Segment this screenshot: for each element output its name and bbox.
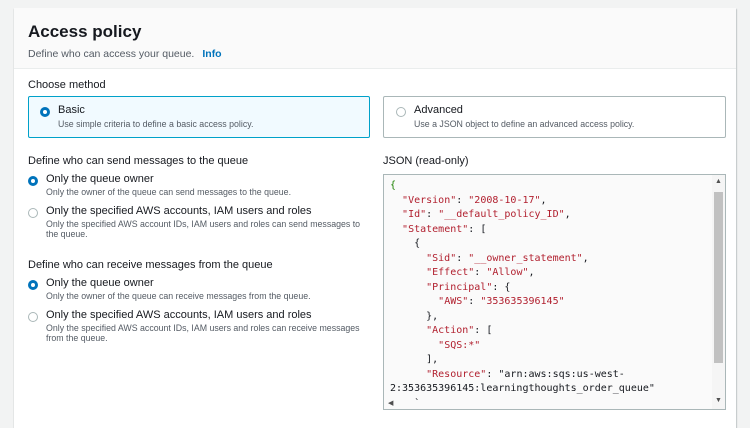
json-line: "Resource": "arn:aws:sqs:us-west- [426,368,625,380]
receive-owner-radio[interactable] [28,280,38,290]
receive-specified-title[interactable]: Only the specified AWS accounts, IAM use… [46,309,312,321]
json-line: ` [390,397,421,409]
access-policy-panel: Access policy Define who can access your… [14,8,736,428]
send-specified-radio[interactable] [28,208,38,218]
info-link[interactable]: Info [202,48,221,60]
json-line: "Version": "2008-10-17", [402,194,547,206]
send-owner-desc: Only the owner of the queue can send mes… [46,187,292,197]
json-line: { [390,180,397,191]
json-line: 2:353635396145:learningthoughts_order_qu… [390,383,655,394]
method-basic-desc: Use simple criteria to define a basic ac… [58,119,254,129]
method-basic-title: Basic [58,104,85,116]
scroll-left-icon[interactable]: ◀ [388,399,393,407]
send-label: Define who can send messages to the queu… [28,155,249,167]
scroll-down-icon[interactable]: ▼ [715,397,722,404]
json-line: "Sid": "__owner_statement", [426,252,589,264]
send-specified-title[interactable]: Only the specified AWS accounts, IAM use… [46,205,312,217]
method-basic-radio[interactable] [40,107,50,117]
description-text: Define who can access your queue. [28,48,195,60]
send-specified-desc: Only the specified AWS account IDs, IAM … [46,219,361,239]
json-line: "Action": [ [426,325,493,336]
method-advanced-tile[interactable]: Advanced Use a JSON object to define an … [383,96,726,138]
json-label: JSON (read-only) [383,155,469,167]
json-line: ], [390,354,439,365]
panel-description: Define who can access your queue. Info [28,48,222,60]
send-owner-radio[interactable] [28,176,38,186]
json-line: "Id": "__default_policy_ID", [402,209,571,220]
json-line: "Principal": { [426,281,511,293]
receive-specified-desc: Only the specified AWS account IDs, IAM … [46,323,360,343]
method-advanced-desc: Use a JSON object to define an advanced … [414,119,635,129]
json-line: }, [390,310,439,322]
json-code: { "Version": "2008-10-17", "Id": "__defa… [390,179,655,409]
panel-header: Access policy Define who can access your… [14,8,736,69]
json-scroll-thumb[interactable] [714,192,723,363]
json-line: "Effect": "Allow", [426,267,535,278]
json-line: "AWS": "353635396145" [438,296,565,307]
panel-title: Access policy [28,22,142,41]
receive-label: Define who can receive messages from the… [28,259,273,271]
method-advanced-radio[interactable] [396,107,406,117]
receive-specified-radio[interactable] [28,312,38,322]
json-line: "SQS:*" [438,339,481,351]
method-basic-tile[interactable]: Basic Use simple criteria to define a ba… [28,96,370,138]
receive-owner-desc: Only the owner of the queue can receive … [46,291,311,301]
json-viewer[interactable]: { "Version": "2008-10-17", "Id": "__defa… [383,174,726,410]
choose-method-label: Choose method [28,79,106,91]
scroll-up-icon[interactable]: ▲ [715,178,722,185]
json-scrollbar[interactable]: ▲ ▼ [712,175,725,409]
json-line: "Statement": [ [402,223,487,235]
json-line: { [390,238,421,249]
method-advanced-title: Advanced [414,104,463,116]
send-owner-title[interactable]: Only the queue owner [46,173,154,185]
receive-owner-title[interactable]: Only the queue owner [46,277,154,289]
